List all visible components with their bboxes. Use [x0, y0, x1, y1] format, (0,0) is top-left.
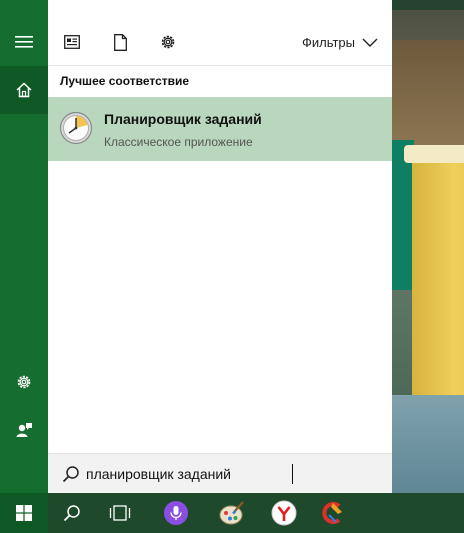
search-input[interactable] [86, 463, 376, 485]
cortana-button[interactable] [152, 493, 200, 533]
paint-icon [219, 501, 244, 525]
chevron-down-icon [362, 38, 378, 47]
search-icon [62, 466, 79, 483]
ccleaner-taskbar-button[interactable] [308, 493, 356, 533]
app-kind: Классическое приложение [104, 135, 253, 149]
feedback-button[interactable] [0, 406, 48, 454]
hamburger-menu-button[interactable] [0, 18, 48, 66]
task-view-icon [109, 505, 131, 521]
yandex-browser-icon [271, 500, 297, 526]
settings-icon [161, 35, 175, 49]
app-name: Планировщик заданий [104, 111, 262, 127]
toolbar-settings-button[interactable] [158, 32, 178, 52]
home-button[interactable] [0, 66, 48, 114]
taskbar [0, 493, 464, 533]
windows-start-icon [16, 505, 32, 521]
task-scheduler-clock-icon [59, 111, 93, 145]
filters-dropdown[interactable]: Фильтры [302, 32, 378, 52]
settings-icon [17, 375, 31, 389]
home-icon [16, 82, 32, 98]
start-rail [0, 0, 48, 493]
search-box[interactable] [48, 453, 392, 493]
document-icon [113, 33, 127, 51]
hamburger-icon [15, 36, 33, 48]
search-panel: Фильтры Лучшее соответствие Планировщик … [48, 0, 392, 493]
wallpaper-cup-rim [404, 145, 464, 163]
cortana-mic-icon [164, 501, 188, 525]
wallpaper-cup [412, 150, 464, 400]
start-button[interactable] [0, 493, 48, 533]
task-view-button[interactable] [96, 493, 144, 533]
news-icon [64, 35, 80, 49]
ccleaner-icon [322, 502, 342, 524]
wallpaper-table [392, 395, 464, 493]
search-icon [63, 505, 80, 522]
text-caret [292, 464, 293, 484]
paint-taskbar-button[interactable] [208, 493, 256, 533]
best-match-heading: Лучшее соответствие [60, 74, 190, 88]
documents-button[interactable] [110, 32, 130, 52]
best-match-result[interactable]: Планировщик заданий Классическое приложе… [48, 97, 392, 161]
search-toolbar: Фильтры [48, 18, 392, 66]
yandex-browser-taskbar-button[interactable] [260, 493, 308, 533]
filters-label: Фильтры [301, 34, 355, 50]
feedback-icon [16, 423, 32, 437]
taskbar-search-button[interactable] [48, 493, 96, 533]
settings-button[interactable] [0, 358, 48, 406]
news-button[interactable] [62, 32, 82, 52]
start-menu: Фильтры Лучшее соответствие Планировщик … [0, 0, 392, 493]
